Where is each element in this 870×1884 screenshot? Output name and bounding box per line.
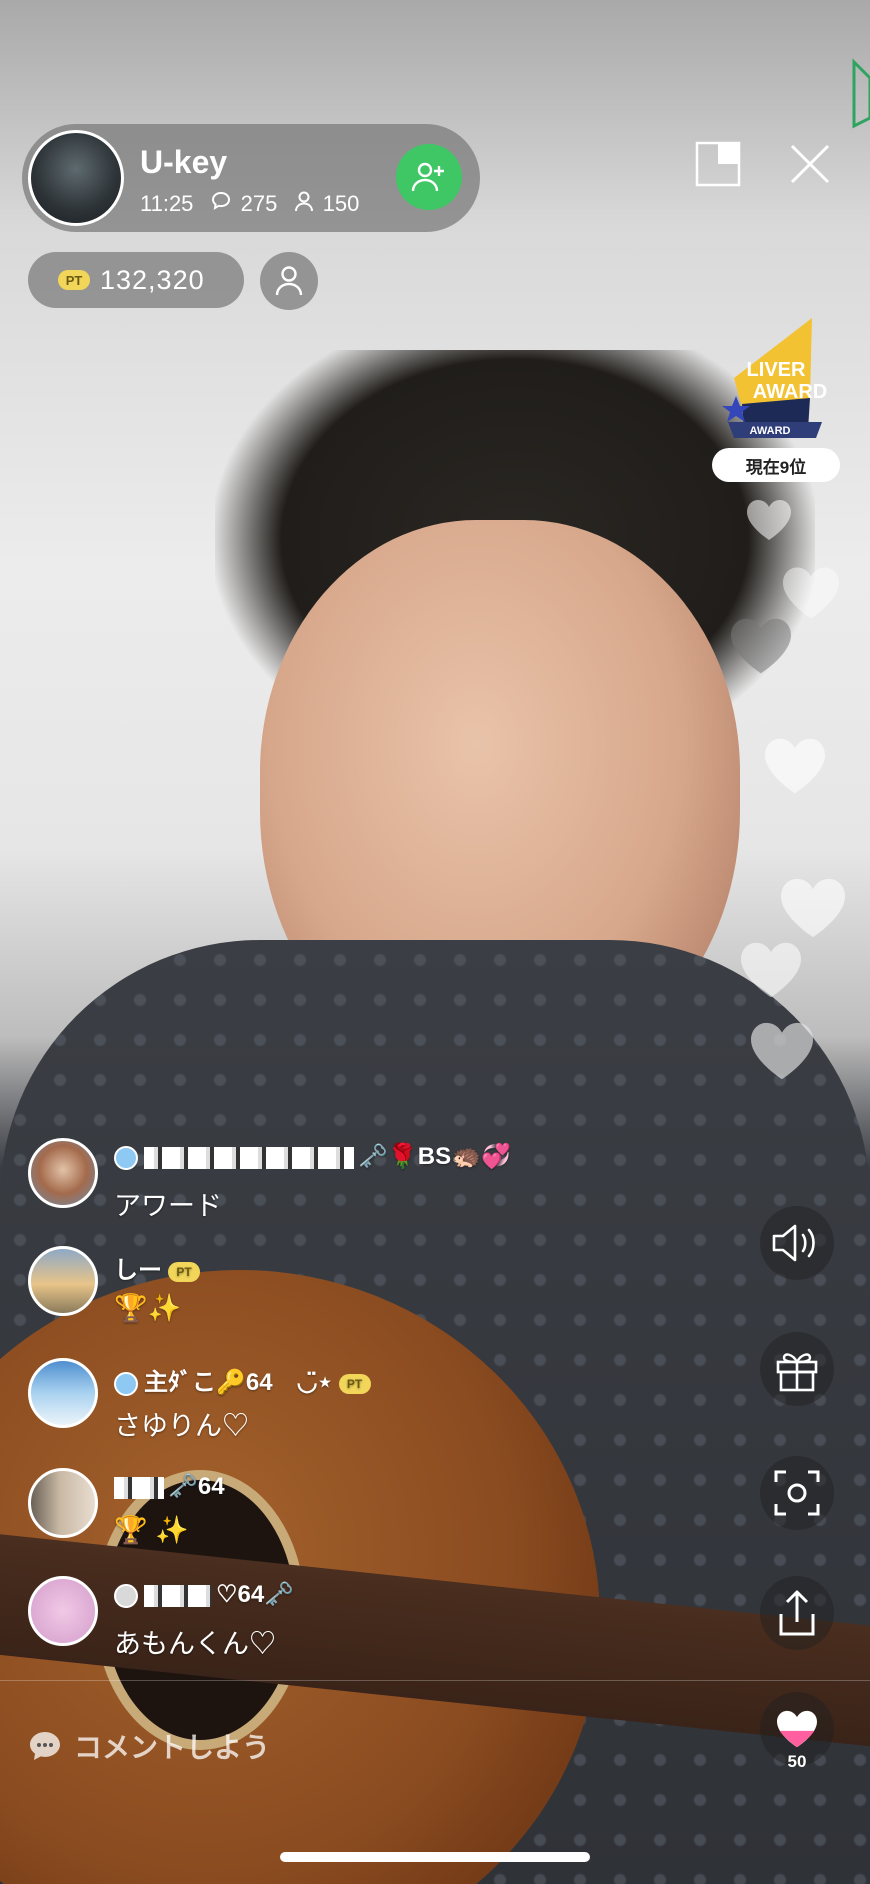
comment-bubble-icon	[210, 190, 232, 218]
floating-heart-icon	[751, 1022, 813, 1080]
award-ribbon-text: AWARD	[750, 425, 791, 437]
award-trophy-graphic: LIVER AWARD AWARD	[722, 318, 827, 438]
blue-diamond-badge-icon	[114, 1145, 138, 1170]
pt-badge: PT	[168, 1261, 200, 1282]
host-avatar[interactable]	[28, 130, 124, 226]
comment-bubble-icon	[30, 1732, 60, 1760]
award-title-line1: LIVER	[747, 359, 806, 381]
heart-icon	[777, 1710, 817, 1748]
like-count: 50	[787, 1752, 807, 1771]
host-name: U-key	[140, 144, 228, 180]
sound-button[interactable]	[760, 1206, 834, 1280]
comment-count: 275	[240, 191, 278, 217]
gift-button[interactable]	[760, 1332, 834, 1406]
add-person-icon	[411, 162, 444, 192]
comment-item[interactable]: しー PT 🏆✨	[28, 1246, 628, 1336]
commenter-avatar[interactable]	[28, 1468, 98, 1538]
screenshot-button[interactable]	[760, 1456, 834, 1530]
commenter-avatar[interactable]	[28, 1358, 98, 1428]
floating-heart-icon	[781, 878, 845, 938]
commenter-avatar[interactable]	[28, 1576, 98, 1646]
screenshot-icon	[774, 1470, 820, 1516]
commenter-name: 主ﾀﾞこ🔑64 ◡̈⋆ PT	[114, 1362, 371, 1397]
commenter-name: 🗝️🌹BS🦔💞	[114, 1142, 511, 1171]
commenter-avatar[interactable]	[28, 1138, 98, 1208]
comment-input[interactable]: コメントしよう	[28, 1722, 548, 1770]
liver-award-widget[interactable]: LIVER AWARD AWARD 現在9位	[712, 318, 840, 482]
host-stats: 11:25 275 150	[140, 190, 359, 218]
commenter-name-tail: 🗝️🌹BS🦔💞	[358, 1143, 511, 1170]
award-rank: 現在9位	[712, 448, 840, 482]
comment-item[interactable]: 主ﾀﾞこ🔑64 ◡̈⋆ PT さゆりん♡	[28, 1358, 628, 1448]
commenter-name: ♡64🗝️	[114, 1580, 294, 1609]
points-pill[interactable]: PT 132,320	[28, 252, 244, 308]
speaker-icon	[772, 1224, 815, 1262]
pt-badge: PT	[338, 1373, 371, 1394]
close-icon	[790, 144, 830, 184]
viewer-list-button[interactable]	[260, 252, 318, 310]
comment-text: あもんくん♡	[114, 1629, 276, 1659]
comment-item[interactable]: 🗝️🌹BS🦔💞 アワード	[28, 1138, 628, 1228]
floating-heart-icon	[783, 567, 839, 619]
pt-badge: PT	[58, 270, 90, 290]
comment-divider	[0, 1680, 870, 1681]
comment-item[interactable]: ♡64🗝️ あもんくん♡	[28, 1576, 628, 1666]
share-icon	[779, 1590, 815, 1636]
viewer-count: 150	[322, 191, 360, 217]
comment-input-placeholder: コメントしよう	[74, 1732, 271, 1763]
host-info-card[interactable]: U-key 11:25 275 150	[22, 124, 480, 232]
picture-in-picture-button[interactable]	[694, 140, 742, 188]
floating-heart-icon	[747, 500, 791, 540]
comment-text: 🏆✨	[114, 1293, 182, 1323]
share-button[interactable]	[760, 1576, 834, 1650]
comment-text: アワード	[114, 1191, 222, 1221]
play-tab-icon	[852, 58, 870, 129]
comment-item[interactable]: 🗝️64 🏆 ✨	[28, 1468, 628, 1558]
commenter-name: 🗝️64	[114, 1472, 225, 1501]
points-value: 132,320	[100, 264, 205, 295]
pip-icon	[695, 141, 741, 187]
elapsed-time: 11:25	[140, 191, 194, 217]
censored-name-mosaic	[114, 1476, 164, 1499]
follow-button[interactable]	[396, 144, 462, 210]
comment-text: 🏆 ✨	[114, 1515, 189, 1545]
commenter-avatar[interactable]	[28, 1246, 98, 1316]
person-icon	[294, 190, 314, 218]
close-button[interactable]	[786, 140, 834, 188]
censored-name-mosaic	[144, 1584, 212, 1607]
gift-icon	[776, 1353, 818, 1392]
censored-name-mosaic	[144, 1146, 354, 1169]
side-panel-tab[interactable]	[850, 58, 870, 130]
home-indicator[interactable]	[280, 1852, 590, 1862]
commenter-name: しー PT	[114, 1250, 200, 1285]
person-icon	[275, 266, 303, 296]
award-title-line2: AWARD	[753, 381, 827, 403]
floating-heart-icon	[731, 618, 791, 674]
silver-diamond-badge-icon	[114, 1583, 138, 1608]
comment-text: さゆりん♡	[114, 1411, 249, 1441]
floating-heart-icon	[765, 738, 825, 794]
blue-diamond-badge-icon	[114, 1371, 138, 1396]
floating-heart-icon	[741, 942, 801, 998]
